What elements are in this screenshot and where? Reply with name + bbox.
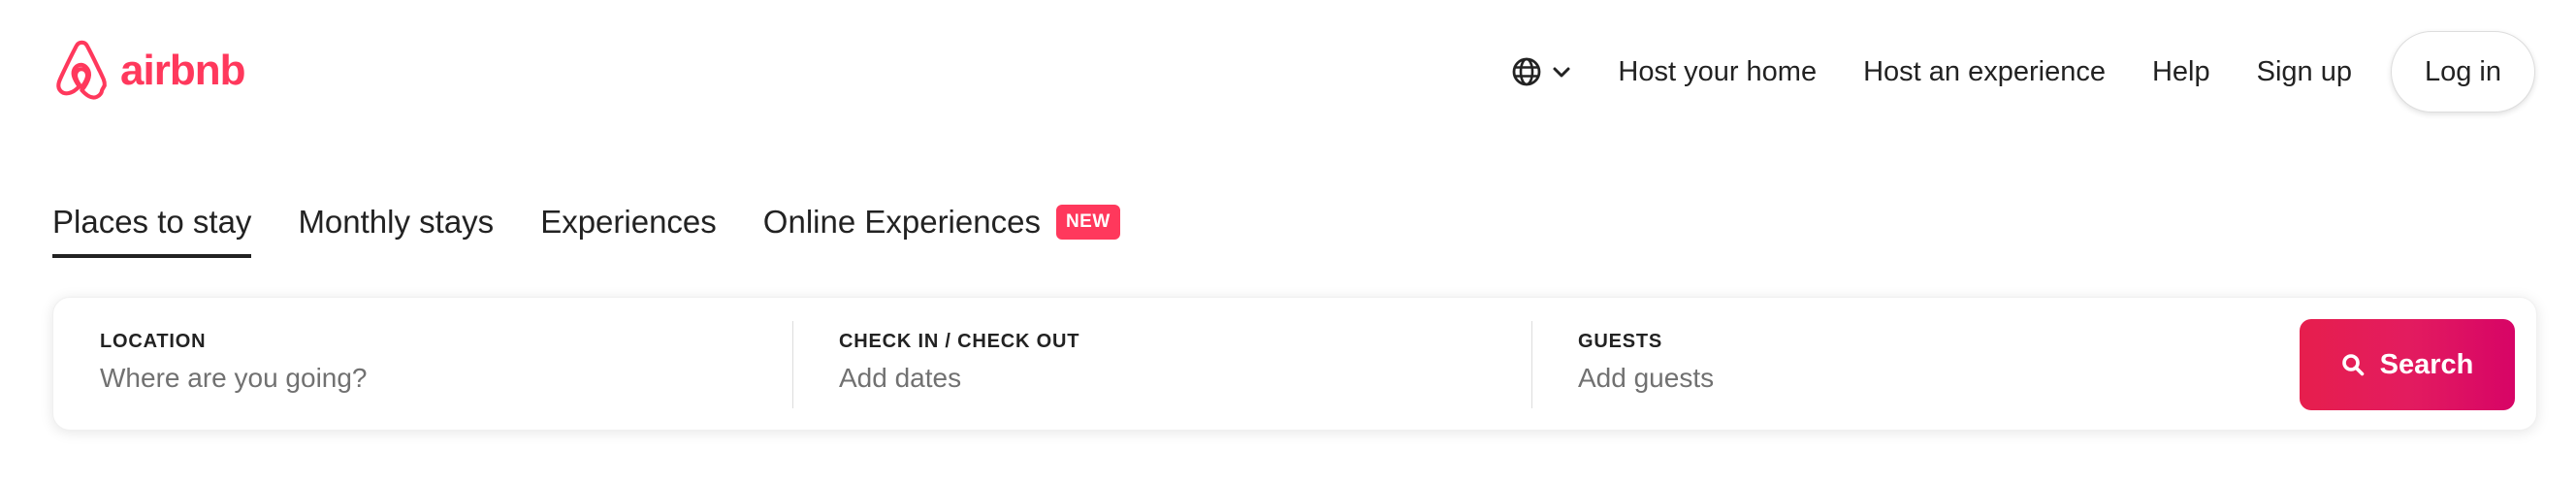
tab-label: Monthly stays [298, 204, 495, 240]
search-button-label: Search [2379, 348, 2474, 380]
brand-name: airbnb [120, 47, 245, 94]
help-link[interactable]: Help [2152, 56, 2210, 88]
location-label: LOCATION [100, 331, 207, 352]
airbnb-belo-icon [56, 40, 107, 100]
dates-input[interactable] [839, 363, 1421, 394]
tab-label: Places to stay [52, 204, 252, 240]
tab-monthly-stays[interactable]: Monthly stays [298, 204, 494, 254]
tab-label: Online Experiences [762, 204, 1041, 240]
location-input[interactable] [100, 363, 682, 394]
language-selector[interactable] [1496, 43, 1587, 101]
tab-label: Experiences [540, 204, 717, 240]
guests-input[interactable] [1578, 363, 2160, 394]
tab-experiences[interactable]: Experiences [540, 204, 717, 254]
sign-up-link[interactable]: Sign up [2257, 56, 2352, 88]
location-field[interactable]: LOCATION [53, 298, 792, 432]
tab-online-experiences[interactable]: Online Experiences NEW [763, 204, 1120, 254]
tab-places-to-stay[interactable]: Places to stay [52, 204, 252, 258]
guests-field[interactable]: GUESTS [1531, 298, 2191, 432]
top-header: airbnb Host your home Host an experience… [0, 0, 2576, 144]
dates-field[interactable]: CHECK IN / CHECK OUT [792, 298, 1531, 432]
globe-icon [1512, 57, 1541, 86]
dates-label: CHECK IN / CHECK OUT [839, 331, 1080, 352]
chevron-down-icon [1553, 67, 1570, 78]
login-button[interactable]: Log in [2390, 31, 2535, 113]
search-bar: LOCATION CHECK IN / CHECK OUT GUESTS Sea… [52, 297, 2537, 431]
search-icon [2341, 354, 2364, 376]
header-nav: Host your home Host an experience Help S… [1496, 31, 2535, 113]
guests-label: GUESTS [1578, 331, 1663, 352]
airbnb-logo[interactable]: airbnb [52, 39, 245, 103]
new-badge: NEW [1055, 205, 1120, 240]
search-button[interactable]: Search [2300, 319, 2515, 410]
host-an-experience-link[interactable]: Host an experience [1863, 56, 2106, 88]
host-your-home-link[interactable]: Host your home [1618, 56, 1817, 88]
category-tabs: Places to stay Monthly stays Experiences… [52, 204, 1120, 258]
